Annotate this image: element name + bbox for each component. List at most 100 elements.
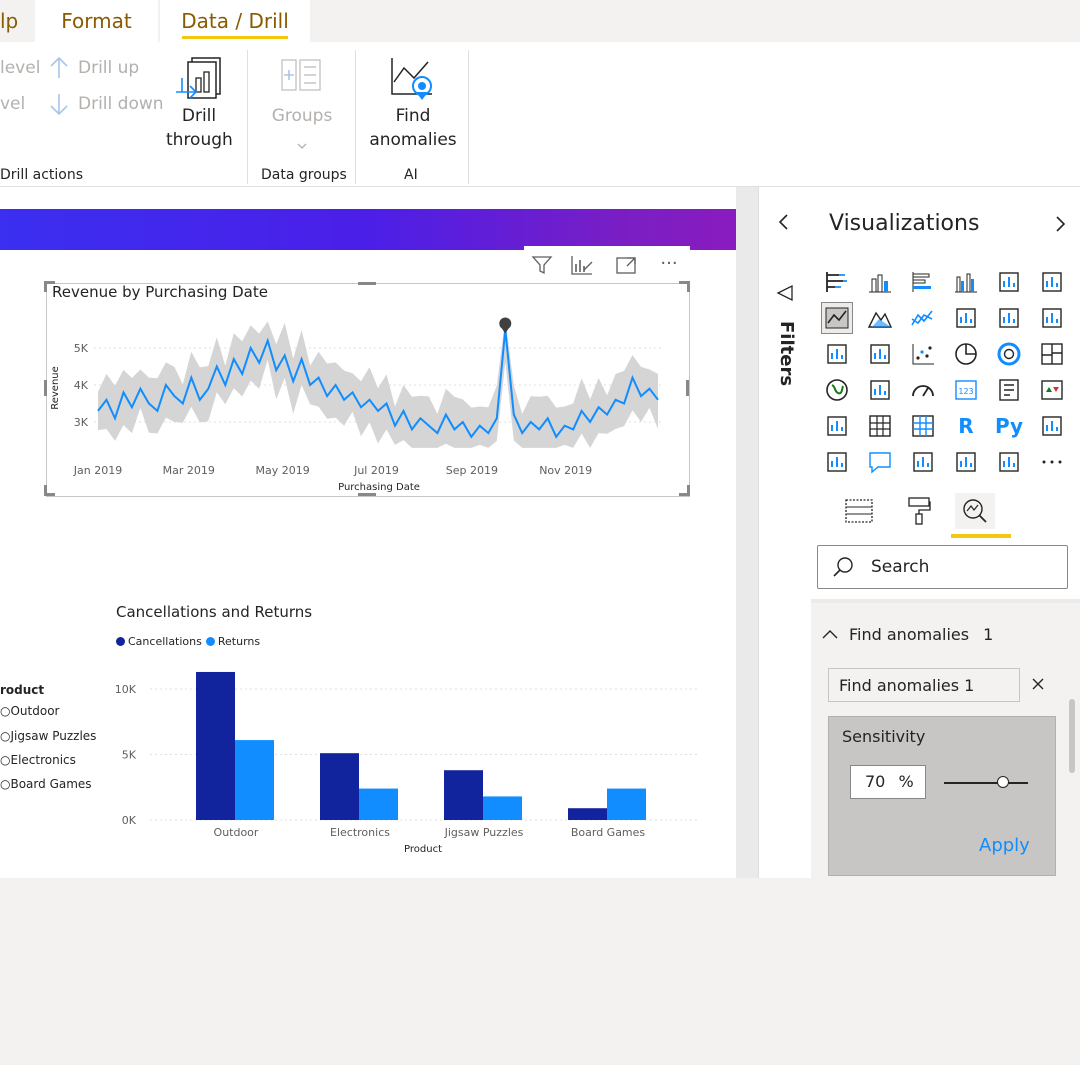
stacked-area-icon[interactable] <box>908 303 938 333</box>
button-label: Drill down <box>78 94 164 114</box>
clustered-bar-icon[interactable] <box>908 267 938 297</box>
slider-thumb[interactable] <box>996 776 1009 788</box>
y-tick-label: 4K <box>74 379 89 392</box>
groups-icon <box>278 54 324 100</box>
multirow-card-icon[interactable] <box>994 375 1024 405</box>
resize-handle[interactable] <box>358 282 376 285</box>
resize-handle[interactable] <box>44 281 55 292</box>
scatter-icon[interactable] <box>908 339 938 369</box>
funnel-icon[interactable] <box>865 339 895 369</box>
group-label-ai: AI <box>404 167 418 183</box>
canvas-scroll-gutter[interactable] <box>736 187 758 878</box>
category-label: Outdoor <box>214 826 259 839</box>
visualizations-title: Visualizations <box>829 211 980 236</box>
fields-tab-icon[interactable] <box>841 493 877 529</box>
chevron-left-icon[interactable] <box>771 209 797 235</box>
more-options-icon[interactable]: ··· <box>654 250 684 276</box>
button-label: vel <box>0 94 26 114</box>
focus-mode-icon[interactable] <box>612 252 640 278</box>
sensitivity-slider[interactable] <box>944 776 1028 788</box>
clustered-column-icon[interactable] <box>951 267 981 297</box>
tab-help[interactable]: lp <box>0 0 18 42</box>
card-icon[interactable]: 123 <box>951 375 981 405</box>
bar-chart-plot: 10K 5K 0K Outdoor Electronics Jigsaw Puzzles B… <box>115 671 700 855</box>
groups-button[interactable]: Groups <box>262 52 342 162</box>
more-visuals-icon[interactable] <box>1037 447 1067 477</box>
slicer-item-label: Board Games <box>10 777 92 791</box>
slicer-icon[interactable] <box>822 411 852 441</box>
kpi-icon[interactable] <box>1037 375 1067 405</box>
line-chart-title: Revenue by Purchasing Date <box>52 283 268 301</box>
tab-label: Format <box>61 9 132 33</box>
category-label: Board Games <box>571 826 646 839</box>
filters-label[interactable]: Filters <box>771 321 797 401</box>
tab-format[interactable]: Format <box>35 0 158 42</box>
key-influencers-icon[interactable] <box>1037 411 1067 441</box>
sensitivity-card: Sensitivity 70 % Apply <box>828 716 1056 876</box>
power-apps-icon[interactable] <box>951 447 981 477</box>
find-anomalies-section-header[interactable]: Find anomalies 1 <box>821 621 1061 647</box>
paginated-report-icon[interactable] <box>908 447 938 477</box>
power-automate-icon[interactable] <box>994 447 1024 477</box>
waterfall-icon[interactable] <box>822 339 852 369</box>
svg-text:123: 123 <box>958 387 973 396</box>
search-input[interactable]: Search <box>817 545 1068 589</box>
bar-returns <box>483 796 522 820</box>
slicer-item[interactable]: ○Jigsaw Puzzles <box>0 729 96 743</box>
bar-cancellations <box>320 753 359 820</box>
y-tick-label: 3K <box>74 416 89 429</box>
next-level-button[interactable]: level <box>0 58 40 78</box>
close-icon[interactable] <box>1027 672 1049 696</box>
matrix-icon[interactable] <box>908 411 938 441</box>
treemap-icon[interactable] <box>1037 339 1067 369</box>
drill-down-button[interactable]: Drill down <box>78 94 164 114</box>
sensitivity-input[interactable]: 70 % <box>850 765 926 799</box>
decomposition-tree-icon[interactable] <box>822 447 852 477</box>
filter-icon[interactable] <box>528 252 556 278</box>
analytics-tab-icon[interactable] <box>955 493 995 529</box>
r-visual-icon[interactable]: R <box>951 411 981 441</box>
find-anomalies-label: Find <box>395 106 431 126</box>
drill-through-button[interactable]: Drill through <box>166 52 233 162</box>
map-icon[interactable] <box>822 375 852 405</box>
chevron-down-icon <box>296 136 308 149</box>
apply-button[interactable]: Apply <box>979 835 1030 856</box>
100-stacked-column-icon[interactable] <box>1037 267 1067 297</box>
line-column-icon[interactable] <box>951 303 981 333</box>
anomaly-name-field[interactable]: Find anomalies 1 <box>828 668 1020 702</box>
line-chart-icon[interactable] <box>821 302 853 334</box>
format-paint-roller-icon[interactable] <box>901 493 937 529</box>
stacked-column-icon[interactable] <box>865 267 895 297</box>
tab-data-drill[interactable]: Data / Drill <box>160 0 310 42</box>
arrow-up-icon <box>48 56 70 80</box>
filled-map-icon[interactable] <box>865 375 895 405</box>
anomaly-pointer <box>501 327 510 334</box>
report-header-banner <box>0 209 736 250</box>
ribbon-chart-icon[interactable] <box>1037 303 1067 333</box>
donut-chart-icon[interactable] <box>994 339 1024 369</box>
gauge-icon[interactable] <box>908 375 938 405</box>
100-stacked-bar-icon[interactable] <box>994 267 1024 297</box>
drill-up-button[interactable]: Drill up <box>78 58 139 78</box>
pie-chart-icon[interactable] <box>951 339 981 369</box>
table-icon[interactable] <box>865 411 895 441</box>
area-chart-icon[interactable] <box>865 303 895 333</box>
expand-level-button[interactable]: vel <box>0 94 25 114</box>
more-options-glyph: ··· <box>660 252 678 274</box>
anomaly-analyze-icon[interactable] <box>568 252 596 278</box>
slicer-item-label: Outdoor <box>10 704 60 718</box>
stacked-bar-icon[interactable] <box>822 267 852 297</box>
chevron-right-icon[interactable] <box>1047 211 1073 237</box>
line-stacked-column-icon[interactable] <box>994 303 1024 333</box>
slicer-item[interactable]: ○Outdoor <box>0 704 59 718</box>
pane-scrollbar[interactable] <box>1069 699 1075 773</box>
find-anomalies-icon <box>388 54 438 104</box>
find-anomalies-button[interactable]: Find anomalies <box>368 52 458 162</box>
y-tick-label: 5K <box>74 342 89 355</box>
resize-handle[interactable] <box>679 281 690 292</box>
slicer-item[interactable]: ○Board Games <box>0 777 92 791</box>
slicer-item[interactable]: ○Electronics <box>0 753 76 767</box>
x-tick-label: Nov 2019 <box>539 464 592 477</box>
qa-icon[interactable] <box>865 447 895 477</box>
python-visual-icon[interactable]: Py <box>994 411 1024 441</box>
